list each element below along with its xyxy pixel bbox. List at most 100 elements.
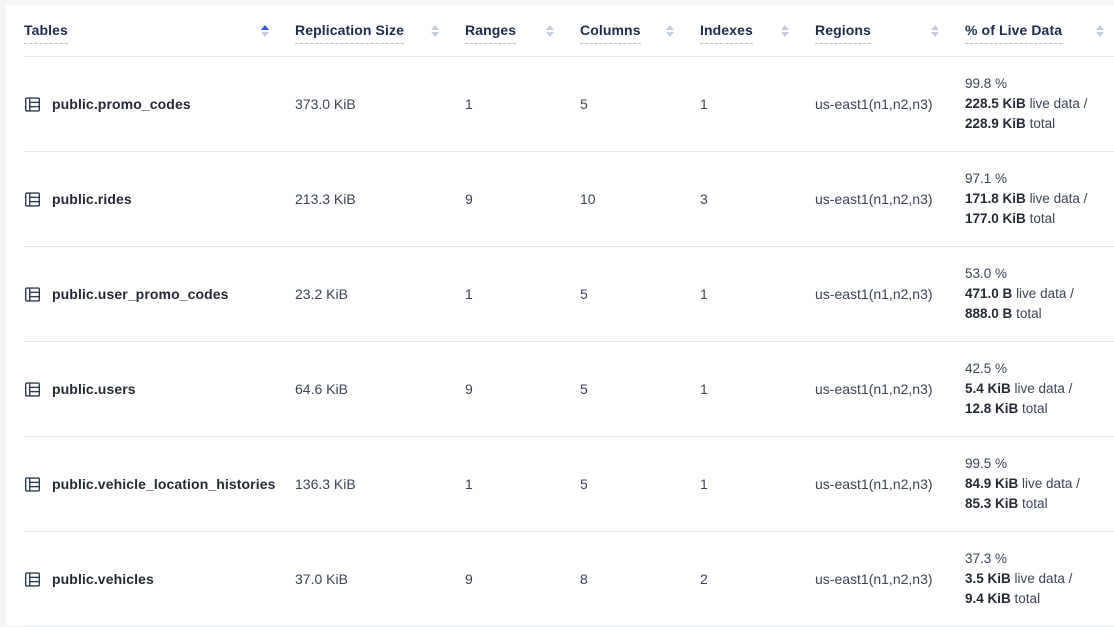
live-data-percent: 42.5 % <box>965 359 1106 379</box>
indexes-cell: 1 <box>700 476 815 492</box>
column-header-label: Regions <box>815 22 871 44</box>
live-data-size: 5.4 KiB live data / <box>965 379 1106 399</box>
indexes-cell: 1 <box>700 381 815 397</box>
table-row: public.vehicles 37.0 KiB 9 8 2 us-east1(… <box>24 532 1114 627</box>
columns-cell: 8 <box>580 571 700 587</box>
replication-size-cell: 23.2 KiB <box>295 286 465 302</box>
column-header-label: Ranges <box>465 22 516 44</box>
total-data-size: 9.4 KiB total <box>965 589 1106 609</box>
tables-table: Tables Replication Size Ranges Columns I… <box>6 5 1114 627</box>
regions-cell: us-east1(n1,n2,n3) <box>815 571 965 587</box>
table-name-cell: public.rides <box>24 191 295 208</box>
column-header-label: Indexes <box>700 22 753 44</box>
table-header-row: Tables Replication Size Ranges Columns I… <box>24 5 1114 57</box>
replication-size-cell: 373.0 KiB <box>295 96 465 112</box>
columns-cell: 5 <box>580 381 700 397</box>
ranges-cell: 9 <box>465 571 580 587</box>
live-data-percent: 37.3 % <box>965 549 1106 569</box>
live-data-cell: 99.8 % 228.5 KiB live data / 228.9 KiB t… <box>965 74 1114 134</box>
column-header-label: Replication Size <box>295 22 404 44</box>
column-header-live-data[interactable]: % of Live Data <box>965 17 1114 44</box>
live-data-size: 471.0 B live data / <box>965 284 1106 304</box>
table-name-cell: public.promo_codes <box>24 96 295 113</box>
live-data-size: 171.8 KiB live data / <box>965 189 1106 209</box>
column-header-regions[interactable]: Regions <box>815 17 965 44</box>
column-header-label: Tables <box>24 22 68 44</box>
columns-cell: 10 <box>580 191 700 207</box>
table-name-link[interactable]: public.vehicles <box>52 571 154 587</box>
live-data-percent: 99.5 % <box>965 454 1106 474</box>
table-row: public.user_promo_codes 23.2 KiB 1 5 1 u… <box>24 247 1114 342</box>
regions-cell: us-east1(n1,n2,n3) <box>815 476 965 492</box>
live-data-size: 228.5 KiB live data / <box>965 94 1106 114</box>
table-name-cell: public.user_promo_codes <box>24 286 295 303</box>
tables-panel: Tables Replication Size Ranges Columns I… <box>6 5 1114 626</box>
indexes-cell: 2 <box>700 571 815 587</box>
ranges-cell: 9 <box>465 381 580 397</box>
replication-size-cell: 213.3 KiB <box>295 191 465 207</box>
column-header-replication-size[interactable]: Replication Size <box>295 17 465 44</box>
ranges-cell: 1 <box>465 476 580 492</box>
column-header-ranges[interactable]: Ranges <box>465 17 580 44</box>
sort-icon[interactable] <box>781 25 789 37</box>
live-data-cell: 97.1 % 171.8 KiB live data / 177.0 KiB t… <box>965 169 1114 229</box>
live-data-cell: 42.5 % 5.4 KiB live data / 12.8 KiB tota… <box>965 359 1114 419</box>
table-icon <box>24 476 41 493</box>
table-icon <box>24 381 41 398</box>
live-data-size: 84.9 KiB live data / <box>965 474 1106 494</box>
table-icon <box>24 96 41 113</box>
column-header-columns[interactable]: Columns <box>580 17 700 44</box>
ranges-cell: 1 <box>465 286 580 302</box>
table-name-link[interactable]: public.promo_codes <box>52 96 191 112</box>
ranges-cell: 1 <box>465 96 580 112</box>
table-row: public.users 64.6 KiB 9 5 1 us-east1(n1,… <box>24 342 1114 437</box>
regions-cell: us-east1(n1,n2,n3) <box>815 286 965 302</box>
sort-icon[interactable] <box>1096 25 1104 37</box>
regions-cell: us-east1(n1,n2,n3) <box>815 191 965 207</box>
column-header-label: Columns <box>580 22 641 44</box>
table-name-cell: public.vehicle_location_histories <box>24 476 295 493</box>
live-data-percent: 97.1 % <box>965 169 1106 189</box>
table-name-link[interactable]: public.rides <box>52 191 132 207</box>
table-name-link[interactable]: public.vehicle_location_histories <box>52 476 275 492</box>
column-header-label: % of Live Data <box>965 22 1062 44</box>
columns-cell: 5 <box>580 476 700 492</box>
total-data-size: 12.8 KiB total <box>965 399 1106 419</box>
live-data-percent: 53.0 % <box>965 264 1106 284</box>
live-data-percent: 99.8 % <box>965 74 1106 94</box>
sort-icon[interactable] <box>431 25 439 37</box>
sort-icon[interactable] <box>666 25 674 37</box>
replication-size-cell: 64.6 KiB <box>295 381 465 397</box>
regions-cell: us-east1(n1,n2,n3) <box>815 96 965 112</box>
total-data-size: 177.0 KiB total <box>965 209 1106 229</box>
table-row: public.promo_codes 373.0 KiB 1 5 1 us-ea… <box>24 57 1114 152</box>
live-data-cell: 53.0 % 471.0 B live data / 888.0 B total <box>965 264 1114 324</box>
column-header-indexes[interactable]: Indexes <box>700 17 815 44</box>
table-name-cell: public.users <box>24 381 295 398</box>
indexes-cell: 1 <box>700 286 815 302</box>
replication-size-cell: 136.3 KiB <box>295 476 465 492</box>
live-data-cell: 99.5 % 84.9 KiB live data / 85.3 KiB tot… <box>965 454 1114 514</box>
table-name-link[interactable]: public.users <box>52 381 136 397</box>
table-icon <box>24 191 41 208</box>
sort-icon[interactable] <box>546 25 554 37</box>
table-row: public.vehicle_location_histories 136.3 … <box>24 437 1114 532</box>
table-icon <box>24 571 41 588</box>
columns-cell: 5 <box>580 286 700 302</box>
sort-icon[interactable] <box>931 25 939 37</box>
table-name-cell: public.vehicles <box>24 571 295 588</box>
total-data-size: 85.3 KiB total <box>965 494 1106 514</box>
indexes-cell: 1 <box>700 96 815 112</box>
indexes-cell: 3 <box>700 191 815 207</box>
total-data-size: 228.9 KiB total <box>965 114 1106 134</box>
columns-cell: 5 <box>580 96 700 112</box>
column-header-tables[interactable]: Tables <box>24 17 295 44</box>
live-data-size: 3.5 KiB live data / <box>965 569 1106 589</box>
table-name-link[interactable]: public.user_promo_codes <box>52 286 229 302</box>
table-row: public.rides 213.3 KiB 9 10 3 us-east1(n… <box>24 152 1114 247</box>
regions-cell: us-east1(n1,n2,n3) <box>815 381 965 397</box>
live-data-cell: 37.3 % 3.5 KiB live data / 9.4 KiB total <box>965 549 1114 609</box>
replication-size-cell: 37.0 KiB <box>295 571 465 587</box>
sort-icon[interactable] <box>261 25 269 37</box>
total-data-size: 888.0 B total <box>965 304 1106 324</box>
